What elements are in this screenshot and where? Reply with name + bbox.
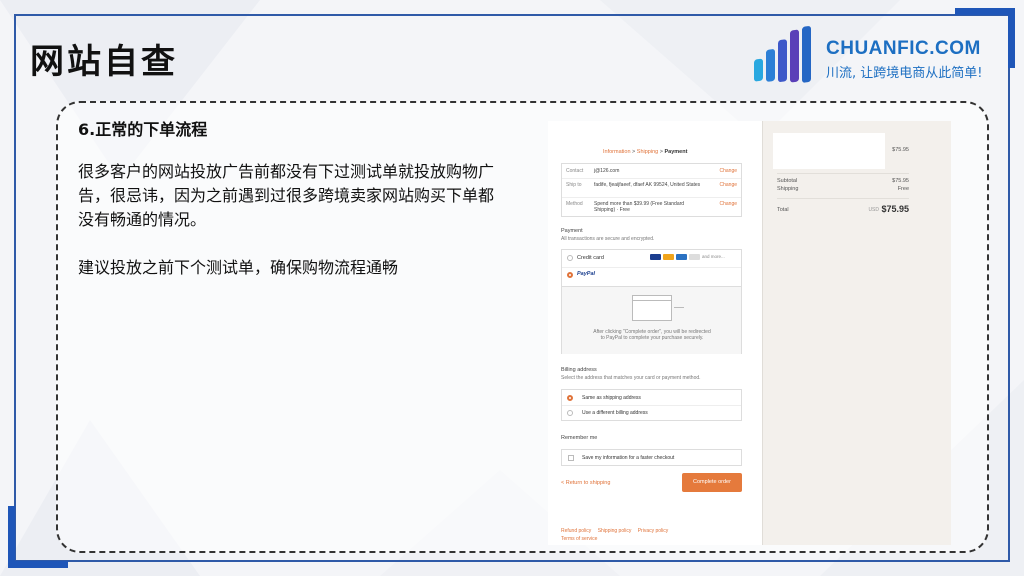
- amex-icon: [676, 254, 687, 260]
- frame-line-right: [1008, 14, 1010, 562]
- divider: [777, 173, 909, 174]
- shipping-policy-link[interactable]: Shipping policy: [598, 528, 632, 534]
- credit-card-radio[interactable]: [567, 255, 573, 261]
- shipping-label: Shipping: [777, 186, 799, 192]
- change-method-link[interactable]: Change: [719, 201, 737, 207]
- same-address-label: Same as shipping address: [582, 395, 641, 401]
- paypal-redirect-area: After clicking "Complete order", you wil…: [562, 286, 741, 354]
- product-thumbnail: [773, 133, 885, 169]
- brand-name: CHUANFIC.COM: [826, 38, 981, 59]
- remember-label: Save my information for a faster checkou…: [582, 455, 675, 461]
- order-summary: $75.95 Subtotal $75.95 Shipping Free Tot…: [762, 121, 951, 545]
- card-logos: and more...: [650, 254, 725, 260]
- frame-line-top: [14, 14, 1010, 16]
- more-cards-text: and more...: [702, 254, 725, 260]
- divider: [562, 197, 741, 198]
- page-title: 网站自查: [30, 42, 178, 82]
- remember-checkbox[interactable]: [568, 455, 574, 461]
- refund-policy-link[interactable]: Refund policy: [561, 528, 591, 534]
- info-value: Spend more than $39.99 (Free Standard Sh…: [594, 201, 685, 213]
- different-address-radio[interactable]: [567, 410, 573, 416]
- subtotal-value: $75.95: [892, 178, 909, 184]
- same-address-radio[interactable]: [567, 395, 573, 401]
- payment-subtitle: All transactions are secure and encrypte…: [561, 236, 655, 242]
- complete-order-button[interactable]: Complete order: [682, 473, 742, 492]
- browser-window-icon: [632, 295, 672, 321]
- billing-options-box: Same as shipping address Use a different…: [561, 389, 742, 421]
- billing-title: Billing address: [561, 367, 597, 373]
- terms-of-service-link[interactable]: Terms of service: [561, 536, 597, 542]
- mastercard-icon: [663, 254, 674, 260]
- info-value: fadife, fjeaijfaeef, dfaef AK 99524, Uni…: [594, 182, 701, 188]
- breadcrumb-information[interactable]: Information: [603, 149, 631, 155]
- change-contact-link[interactable]: Change: [719, 168, 737, 174]
- arrow-icon: [674, 307, 684, 308]
- info-key: Contact: [566, 168, 584, 174]
- frame-line-bottom: [14, 560, 1010, 562]
- remember-box: Save my information for a faster checkou…: [561, 449, 742, 466]
- discover-icon: [689, 254, 700, 260]
- remember-title: Remember me: [561, 435, 598, 441]
- order-info-box: Contact j@126.com Change Ship to fadife,…: [561, 163, 742, 217]
- payment-title: Payment: [561, 228, 583, 234]
- brand-logo: CHUANFIC.COM 川流, 让跨境电商从此简单!: [752, 26, 992, 92]
- item-price: $75.95: [892, 147, 909, 153]
- brand-slogan: 川流, 让跨境电商从此简单!: [826, 66, 983, 81]
- checkout-breadcrumb: Information > Shipping > Payment: [603, 149, 687, 155]
- return-to-shipping-link[interactable]: < Return to shipping: [561, 480, 610, 486]
- paragraph-2: 建议投放之前下个测试单，确保购物流程通畅: [78, 258, 399, 277]
- checkout-screenshot: Information > Shipping > Payment Contact…: [548, 121, 951, 545]
- info-key: Ship to: [566, 182, 582, 188]
- section-heading: 6.正常的下单流程: [78, 120, 208, 139]
- shipping-row: Shipping Free: [777, 186, 909, 192]
- breadcrumb-shipping[interactable]: Shipping: [637, 149, 658, 155]
- privacy-policy-link[interactable]: Privacy policy: [638, 528, 669, 534]
- divider: [562, 405, 741, 406]
- breadcrumb-payment: Payment: [664, 149, 688, 155]
- paypal-radio[interactable]: [567, 272, 573, 278]
- logo-bars-icon: [754, 26, 811, 83]
- total-row: Total USD $75.95: [777, 204, 909, 214]
- footer-links: Refund policy Shipping policy Privacy po…: [561, 528, 673, 534]
- shipping-value: Free: [897, 186, 909, 192]
- breadcrumb-separator: >: [632, 149, 636, 155]
- divider: [777, 198, 909, 199]
- frame-line-left: [14, 14, 16, 562]
- divider: [562, 267, 741, 268]
- subtotal-row: Subtotal $75.95: [777, 178, 909, 184]
- subtotal-label: Subtotal: [777, 178, 798, 184]
- paragraph-1: 很多客户的网站投放广告前都没有下过测试单就投放购物广告，很忌讳，因为之前遇到过很…: [78, 162, 495, 229]
- total-value: $75.95: [881, 204, 909, 214]
- visa-icon: [650, 254, 661, 260]
- breadcrumb-separator: >: [659, 149, 663, 155]
- paypal-redirect-note: After clicking "Complete order", you wil…: [593, 329, 711, 341]
- different-address-label: Use a different billing address: [582, 410, 648, 416]
- change-ship-to-link[interactable]: Change: [719, 182, 737, 188]
- payment-methods-box: Credit card and more... PayPal After cli…: [561, 249, 742, 354]
- paypal-logo: PayPal: [577, 271, 596, 277]
- info-value: j@126.com: [594, 168, 620, 174]
- billing-subtitle: Select the address that matches your car…: [561, 375, 701, 381]
- total-currency: USD: [868, 207, 879, 213]
- info-key: Method: [566, 201, 583, 207]
- divider: [562, 178, 741, 179]
- total-label: Total: [777, 207, 789, 213]
- credit-card-label: Credit card: [577, 255, 604, 261]
- checkout-form: Information > Shipping > Payment Contact…: [548, 121, 762, 545]
